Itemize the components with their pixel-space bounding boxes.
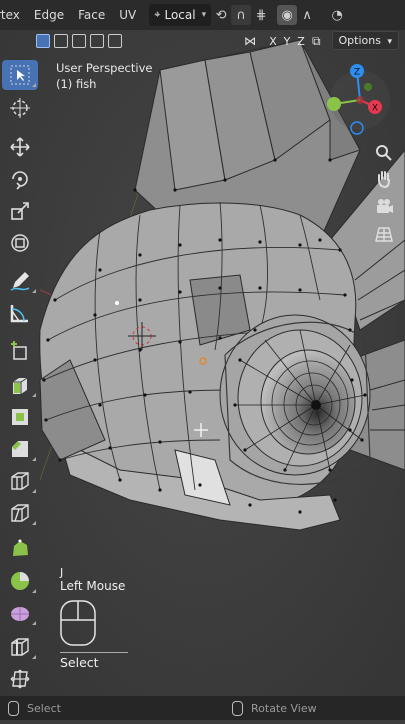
pivot-icon[interactable]: ⟲ xyxy=(211,5,231,25)
tool-bevel[interactable] xyxy=(2,434,38,464)
inset-icon xyxy=(12,409,28,425)
mouse-button-label: Left Mouse xyxy=(60,579,126,593)
auto-merge-icon[interactable]: ⧉ xyxy=(312,34,321,49)
mirror-z-toggle[interactable]: Z xyxy=(294,35,308,48)
camera-view-button[interactable] xyxy=(370,193,398,219)
tool-shear[interactable] xyxy=(2,664,38,694)
selection-mode-intersect-icon[interactable] xyxy=(108,34,122,48)
tool-annotate[interactable] xyxy=(2,266,38,296)
orientation-value: Local xyxy=(164,8,196,22)
gizmo-y-axis[interactable] xyxy=(327,97,341,111)
status-bar: Select Rotate View xyxy=(0,696,405,720)
annotate-pencil-icon xyxy=(10,272,30,291)
tool-cursor[interactable] xyxy=(2,93,38,123)
smooth-icon xyxy=(11,607,29,621)
mouse-icon xyxy=(60,600,96,646)
status-select: Select xyxy=(8,700,61,716)
zoom-button[interactable] xyxy=(370,140,398,166)
menu-vertex[interactable]: rtex xyxy=(0,8,27,22)
gizmo-x-label: X xyxy=(372,104,378,114)
options-label: Options xyxy=(338,34,381,47)
scale-icon xyxy=(11,202,29,220)
selection-mode-subtract-icon[interactable] xyxy=(72,34,86,48)
options-button[interactable]: Options ▾ xyxy=(331,31,399,50)
object-name: (1) fish xyxy=(56,77,97,91)
menu-uv[interactable]: UV xyxy=(112,8,143,22)
tool-rotate[interactable] xyxy=(2,164,38,194)
tool-poly-build[interactable] xyxy=(2,534,38,564)
hand-icon xyxy=(378,171,390,189)
knife-icon xyxy=(11,504,29,522)
spin-icon xyxy=(11,572,29,590)
menu-edge[interactable]: Edge xyxy=(27,8,71,22)
key-hint: J Left Mouse xyxy=(60,566,125,593)
tool-select-box[interactable] xyxy=(2,60,38,90)
gizmo-neg-y[interactable] xyxy=(364,83,372,91)
viewport-info: User Perspective (1) fish xyxy=(56,60,152,92)
chevron-down-icon: ▾ xyxy=(387,37,392,47)
selection-mode-set-icon[interactable] xyxy=(36,34,50,48)
tool-transform[interactable] xyxy=(2,228,38,258)
select-box-icon xyxy=(10,65,30,85)
snap-grid-icon[interactable]: ⋕ xyxy=(251,5,271,25)
hint-action-label: Select xyxy=(60,655,99,670)
mirror-icon: ⋈ xyxy=(244,34,256,48)
orientation-dropdown[interactable]: ⌖ Local ▾ xyxy=(149,4,212,26)
falloff-curve-icon[interactable]: ∧ xyxy=(297,5,317,25)
bevel-icon xyxy=(12,441,28,457)
chevron-down-icon: ▾ xyxy=(201,10,207,20)
extrude-icon xyxy=(13,377,28,394)
poly-build-icon xyxy=(13,539,28,556)
mirror-x-toggle[interactable]: X xyxy=(266,35,280,48)
selection-mode-extend-icon[interactable] xyxy=(54,34,68,48)
rotate-icon xyxy=(12,171,28,190)
perspective-toggle-button[interactable] xyxy=(370,221,398,247)
visibility-eye-icon[interactable]: ◔ xyxy=(327,5,347,25)
zoom-icon xyxy=(376,145,392,161)
status-rotate-label: Rotate View xyxy=(251,701,317,715)
tool-extrude-region[interactable] xyxy=(2,370,38,400)
camera-icon xyxy=(377,199,393,213)
proportional-edit-icon[interactable]: ◉ xyxy=(277,5,298,25)
tool-scale[interactable] xyxy=(2,196,38,226)
grid-perspective-icon xyxy=(375,227,393,242)
move-icon xyxy=(10,137,30,157)
tool-knife[interactable] xyxy=(2,498,38,528)
pan-button[interactable] xyxy=(370,166,398,192)
tool-move[interactable] xyxy=(2,132,38,162)
view-name: User Perspective xyxy=(56,61,153,75)
tool-loop-cut[interactable] xyxy=(2,466,38,496)
tool-smooth[interactable] xyxy=(2,598,38,628)
status-select-label: Select xyxy=(27,701,61,715)
key-pressed: J xyxy=(60,566,64,579)
status-rotate: Rotate View xyxy=(232,700,317,716)
left-mouse-icon xyxy=(8,700,19,716)
navigation-gizmo[interactable]: Z X xyxy=(320,62,400,142)
loop-cut-icon xyxy=(11,472,29,490)
header-menubar: rtex Edge Face UV ⌖ Local ▾ ⟲ ∩ ⋕ ◉ ∧ ◔ xyxy=(0,0,405,30)
tool-add-cube[interactable] xyxy=(2,336,38,366)
menu-face[interactable]: Face xyxy=(71,8,112,22)
snap-magnet-icon[interactable]: ∩ xyxy=(231,5,252,25)
selection-mode-invert-icon[interactable] xyxy=(90,34,104,48)
tool-spin[interactable] xyxy=(2,566,38,596)
cursor-icon xyxy=(10,98,30,118)
edge-slide-icon xyxy=(11,638,29,656)
add-cube-icon xyxy=(11,341,27,360)
shear-icon xyxy=(10,669,30,689)
hint-divider xyxy=(60,652,128,653)
tool-measure[interactable] xyxy=(2,298,38,328)
measure-ruler-icon xyxy=(10,305,28,323)
transform-orientation-icon: ⌖ xyxy=(154,8,161,21)
mirror-y-toggle[interactable]: Y xyxy=(280,35,294,48)
transform-icon xyxy=(11,234,29,252)
tool-inset-faces[interactable] xyxy=(2,402,38,432)
tool-edge-slide[interactable] xyxy=(2,632,38,662)
gizmo-z-label: Z xyxy=(354,68,360,78)
middle-mouse-icon xyxy=(232,700,243,716)
